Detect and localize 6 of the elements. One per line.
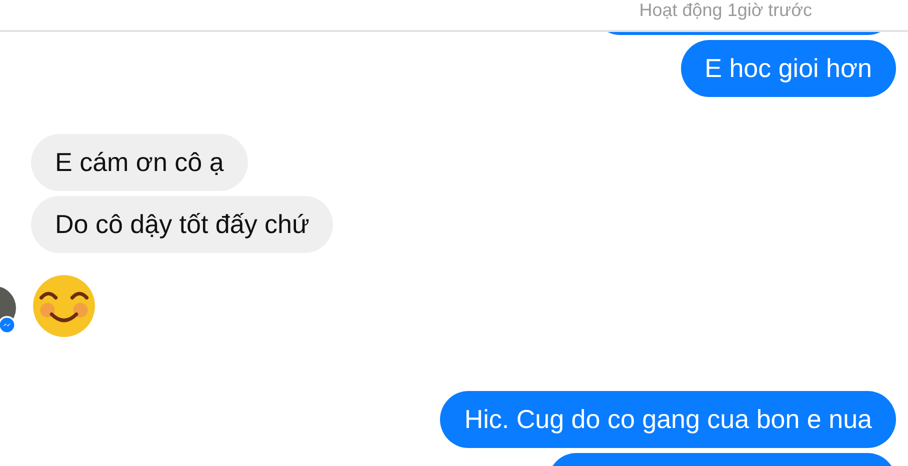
sent-message: E hoc gioi hơn: [680, 40, 896, 97]
sent-message: Hic. Cug do co gang cua bon e nua: [440, 391, 896, 448]
smiling-emoji-icon: [31, 273, 97, 339]
active-status: Hoạt động 1giờ trước: [639, 0, 812, 20]
received-message: Do cô dậy tốt đấy chứ: [31, 196, 334, 253]
received-message: E cám ơn cô ạ: [31, 134, 248, 191]
